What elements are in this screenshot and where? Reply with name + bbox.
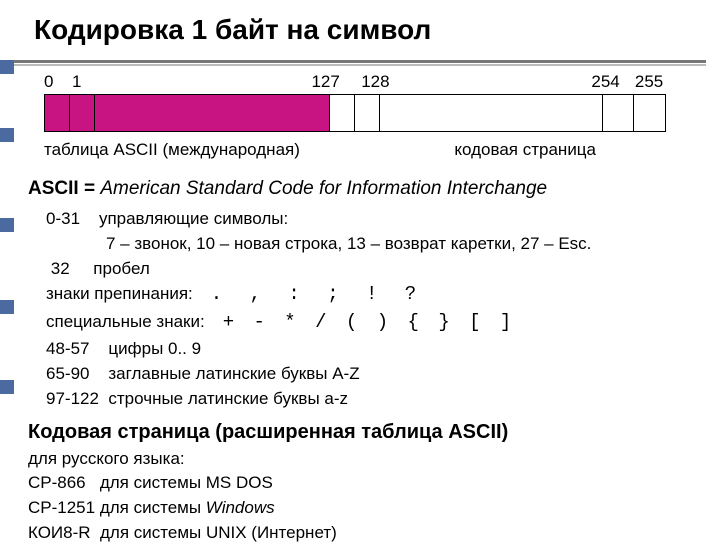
codepage-heading: Кодовая страница (расширенная таблица AS… [28, 419, 692, 446]
special-row: специальные знаки: + - * / ( ) { } [ ] [46, 310, 692, 336]
page-title: Кодировка 1 байт на символ [34, 14, 706, 46]
ascii-lhs: ASCII = [28, 178, 100, 199]
space-range: 32 [51, 259, 70, 278]
cp1251-name: CP-1251 [28, 498, 95, 517]
digits-range: 48-57 [46, 339, 89, 358]
upper-label: заглавные латинские буквы A-Z [108, 364, 359, 383]
space-label: пробел [93, 259, 149, 278]
space-row: 32 пробел [46, 258, 692, 281]
ascii-definition: ASCII = American Standard Code for Infor… [28, 176, 692, 202]
cp1251-pre: для системы [100, 498, 206, 517]
codepage-label: кодовая страница [454, 140, 596, 160]
control-chars-row: 0-31 управляющие символы: [46, 208, 692, 231]
cp866-desc: для системы MS DOS [100, 473, 273, 492]
byte-num-1: 1 [72, 72, 81, 92]
cp1251-row: CP-1251 для системы Windows [28, 497, 692, 520]
punct-label: знаки препинания: [46, 283, 193, 306]
control-detail: 7 – звонок, 10 – новая строка, 13 – возв… [106, 233, 692, 256]
control-label: управляющие символы: [99, 209, 288, 228]
punct-row: знаки препинания: . , : ; ! ? [46, 282, 692, 308]
special-label: специальные знаки: [46, 311, 205, 334]
digits-label: цифры 0.. 9 [108, 339, 201, 358]
punct-chars: . , : ; ! ? [211, 282, 424, 308]
ascii-rhs: American Standard Code for Information I… [100, 178, 547, 199]
cp866-name: CP-866 [28, 473, 86, 492]
koi8-row: КОИ8-R для системы UNIX (Интернет) [28, 522, 692, 545]
lower-range: 97-122 [46, 389, 99, 408]
byte-num-0: 0 [44, 72, 53, 92]
byte-row [44, 94, 666, 132]
upper-range: 65-90 [46, 364, 89, 383]
cp866-row: CP-866 для системы MS DOS [28, 472, 692, 495]
byte-diagram: 0 1 127 128 254 255 таблица ASCII (между… [14, 72, 706, 172]
ascii-table-label: таблица ASCII (международная) [44, 140, 300, 160]
special-chars: + - * / ( ) { } [ ] [223, 310, 516, 336]
title-underline [14, 60, 706, 68]
digits-row: 48-57 цифры 0.. 9 [46, 338, 692, 361]
byte-num-127: 127 [311, 72, 339, 92]
upper-row: 65-90 заглавные латинские буквы A-Z [46, 363, 692, 386]
side-dots [0, 0, 14, 540]
lower-label: строчные латинские буквы a-z [108, 389, 348, 408]
codepage-sub: для русского языка: [28, 448, 692, 471]
byte-num-254: 254 [591, 72, 619, 92]
byte-num-128: 128 [361, 72, 389, 92]
cp1251-windows: Windows [206, 498, 275, 517]
byte-num-255: 255 [635, 72, 663, 92]
lower-row: 97-122 строчные латинские буквы a-z [46, 388, 692, 411]
control-range: 0-31 [46, 209, 80, 228]
